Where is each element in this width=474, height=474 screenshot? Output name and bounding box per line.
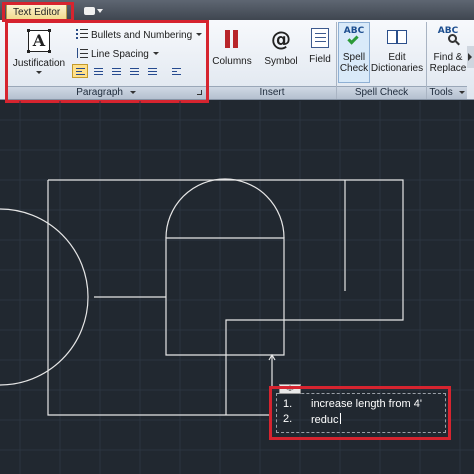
ribbon-tab-strip: Text Editor — [0, 0, 474, 20]
bullets-numbering-button[interactable]: Bullets and Numbering — [76, 29, 203, 42]
spell-check-panel-label: Spell Check — [354, 87, 409, 98]
list-text: increase length from 4' — [311, 398, 422, 410]
bullets-icon — [76, 29, 88, 39]
line-spacing-button[interactable]: Line Spacing — [76, 48, 159, 61]
list-number: 2. — [283, 413, 293, 425]
chevron-down-icon — [97, 9, 103, 13]
symbol-button[interactable]: @ Symbol — [260, 28, 302, 67]
spell-check-label-line1: Spell — [342, 52, 366, 63]
insert-panel-label: Insert — [259, 87, 285, 98]
find-replace-label-line2: Replace — [429, 63, 467, 74]
align-left-button[interactable] — [72, 64, 88, 78]
align-justify-button[interactable] — [126, 64, 142, 78]
chevron-down-icon — [196, 33, 203, 36]
chevron-down-icon — [129, 91, 136, 94]
find-replace-icon: ABC — [436, 26, 460, 48]
columns-icon — [224, 30, 240, 48]
at-symbol-icon: @ — [271, 27, 291, 51]
spell-check-button[interactable]: ABC Spell Check — [338, 26, 370, 74]
columns-button[interactable]: Columns — [210, 30, 254, 67]
edit-dictionaries-label-line1: Edit — [388, 52, 406, 63]
find-replace-label-line1: Find & — [433, 52, 463, 63]
dome-shape — [165, 178, 285, 239]
mtext-ruler-tag[interactable]: ◁▷ — [279, 384, 301, 394]
line-spacing-icon — [76, 48, 88, 58]
paragraph-panel-label: Paragraph — [76, 87, 123, 98]
field-label: Field — [309, 54, 331, 65]
symbol-label: Symbol — [264, 56, 298, 67]
find-replace-button[interactable]: ABC Find & Replace — [428, 26, 468, 74]
field-button[interactable]: Field — [304, 28, 336, 65]
justification-button[interactable]: A Justification — [10, 29, 68, 74]
ribbon-scroll-arrow[interactable] — [467, 46, 474, 68]
dialog-launcher-icon[interactable] — [197, 90, 202, 95]
columns-label: Columns — [212, 56, 252, 67]
edit-dictionaries-label-line2: Dictionaries — [370, 63, 424, 74]
align-distribute-button[interactable] — [144, 64, 160, 78]
spell-check-label-line2: Check — [339, 63, 369, 74]
list-item[interactable]: 1. increase length from 4' — [283, 398, 422, 411]
list-text-wrap: reduc — [311, 413, 341, 427]
list-item[interactable]: 2. reduc — [283, 413, 341, 426]
top-right-box — [225, 179, 404, 415]
dictionary-icon — [386, 28, 408, 46]
spell-check-panel-footer: Spell Check — [337, 86, 426, 99]
list-number: 1. — [283, 398, 293, 410]
chevron-down-icon — [36, 71, 42, 74]
tools-panel-label: Tools — [429, 87, 453, 98]
spell-check-icon: ABC — [342, 26, 366, 48]
align-center-button[interactable] — [90, 64, 106, 78]
tab-text-editor[interactable]: Text Editor — [6, 4, 68, 20]
camera-icon — [84, 7, 95, 15]
dome-rectangle — [165, 237, 285, 356]
chevron-right-icon — [468, 53, 472, 61]
edit-dictionaries-button[interactable]: Edit Dictionaries — [370, 28, 424, 74]
line-spacing-label: Line Spacing — [91, 49, 149, 60]
justification-icon: A — [27, 29, 51, 53]
list-text: reduc — [311, 414, 339, 426]
justification-label: Justification — [12, 58, 66, 69]
text-caret — [339, 413, 341, 424]
workspace-dropdown[interactable] — [84, 6, 104, 16]
tools-panel-footer[interactable]: Tools — [427, 86, 467, 99]
bullets-numbering-label: Bullets and Numbering — [91, 30, 193, 41]
chevron-down-icon — [458, 91, 465, 94]
insert-panel-footer: Insert — [208, 86, 336, 99]
paragraph-panel-footer[interactable]: Paragraph — [6, 86, 206, 99]
paragraph-settings-button[interactable] — [168, 64, 184, 78]
chevron-down-icon — [152, 52, 159, 55]
circle-arc — [0, 208, 89, 386]
field-icon — [311, 28, 329, 48]
align-right-button[interactable] — [108, 64, 124, 78]
